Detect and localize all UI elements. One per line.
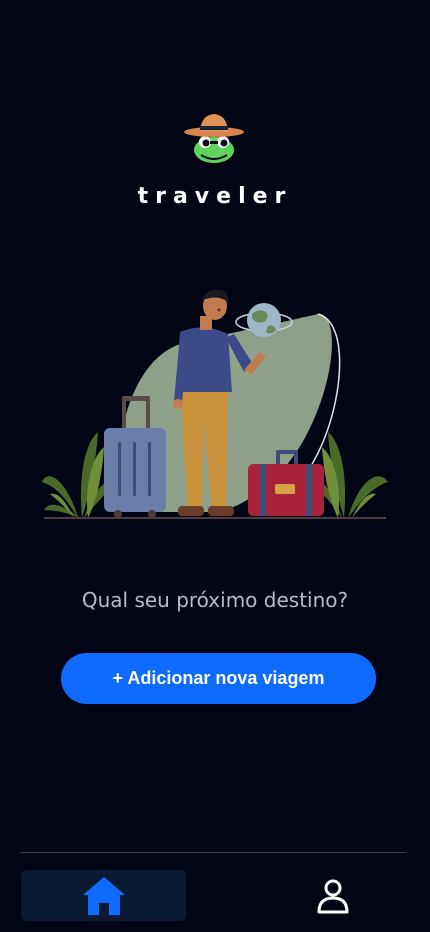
traveler-illustration xyxy=(42,289,388,519)
add-trip-button[interactable]: + Adicionar nova viagem xyxy=(61,653,376,704)
frog-logo-icon xyxy=(184,114,244,163)
home-icon xyxy=(82,876,125,915)
user-icon xyxy=(317,879,349,913)
next-destination-prompt: Qual seu próximo destino? xyxy=(81,588,349,612)
nav-profile-tab[interactable] xyxy=(300,870,366,921)
bottom-nav-divider xyxy=(20,852,406,853)
nav-home-tab[interactable] xyxy=(21,870,186,921)
app-title: traveler xyxy=(137,184,293,209)
